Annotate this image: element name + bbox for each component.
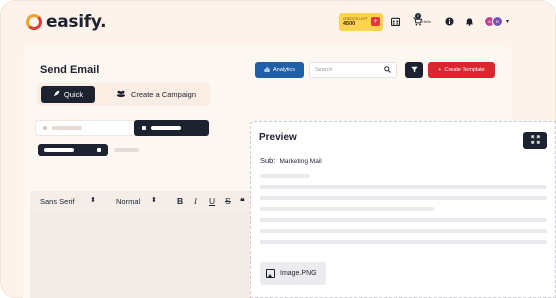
info-icon[interactable] [442,14,456,28]
selector-option-placeholder [52,126,82,130]
bell-icon[interactable] [462,14,476,28]
image-icon [266,269,275,278]
create-template-label: Create Template [444,67,485,73]
underline-button[interactable]: U [209,196,215,206]
preview-title: Preview [259,132,297,143]
search-input[interactable]: Search [309,62,397,78]
plus-icon: + [438,67,442,73]
subject-label: Sub: [260,156,276,165]
rocket-icon [53,90,60,99]
preview-skeleton-line [260,229,547,233]
subject-value: Marketing Mail [279,158,322,165]
attachment-name: Image.PNG [280,270,317,277]
font-size-caret-icon: ⬍ [151,197,157,204]
credits-badge[interactable]: CREDITS LEFT 4500 + [339,13,383,31]
add-credits-button[interactable]: + [371,17,380,26]
preview-subject: Sub: Marketing Mail [260,156,322,165]
italic-button[interactable]: I [194,196,197,206]
preview-skeleton-line [260,207,434,211]
expand-icon [530,135,540,146]
create-template-button[interactable]: + Create Template [428,62,495,78]
cart-badge: 0 [415,13,421,19]
strikethrough-button[interactable]: S [225,196,231,206]
chevron-down-icon: ▾ [506,18,510,25]
attachment-chip[interactable]: Image.PNG [260,262,326,285]
tab-campaign-label: Create a Campaign [130,90,197,99]
page-title: Send Email [40,64,100,76]
preview-skeleton-line [260,185,547,189]
analytics-button[interactable]: Analytics [255,62,304,78]
selector-radio-icon [142,126,146,130]
tab-quick-label: Quick [63,90,84,99]
filter-icon [410,66,418,75]
editor-body[interactable] [30,213,252,298]
logo-text: easify. [46,12,107,32]
preview-skeleton-line [260,240,547,244]
sender-chip-placeholder [44,148,74,152]
top-bar: easify. CREDITS LEFT 4500 + 0 Hello A B … [0,0,556,44]
logo-mark-icon [26,14,42,30]
avatar: B [492,15,503,27]
user-menu[interactable]: A B ▾ [484,15,512,27]
sender-placeholder [114,148,139,152]
selector-radio-icon [43,126,47,130]
selector-option-placeholder [151,126,181,130]
font-family-select[interactable]: Sans Serif [40,197,75,206]
font-family-caret-icon: ⬍ [90,197,96,204]
analytics-label: Analytics [272,67,295,73]
search-icon[interactable] [384,66,391,75]
preview-skeleton-line [260,218,547,222]
users-icon [116,90,126,99]
calendar-icon[interactable] [388,14,402,28]
preview-skeleton-line [260,196,547,200]
filter-button[interactable] [405,62,423,78]
bold-button[interactable]: B [177,196,183,206]
bar-chart-icon [264,66,270,74]
search-placeholder: Search [315,67,333,73]
preview-skeleton-line [260,174,310,178]
font-size-select[interactable]: Normal [116,197,140,206]
editor-toolbar: Sans Serif ⬍ Normal ⬍ B I U S ❝ [30,191,252,213]
sender-chip-close-icon[interactable] [97,148,101,152]
tab-quick[interactable]: Quick [41,86,95,103]
blockquote-button[interactable]: ❝ [240,196,245,207]
expand-preview-button[interactable] [523,132,547,149]
tab-create-campaign[interactable]: Create a Campaign [104,86,208,103]
cart-label: Hello [422,19,432,24]
logo[interactable]: easify. [26,10,107,34]
